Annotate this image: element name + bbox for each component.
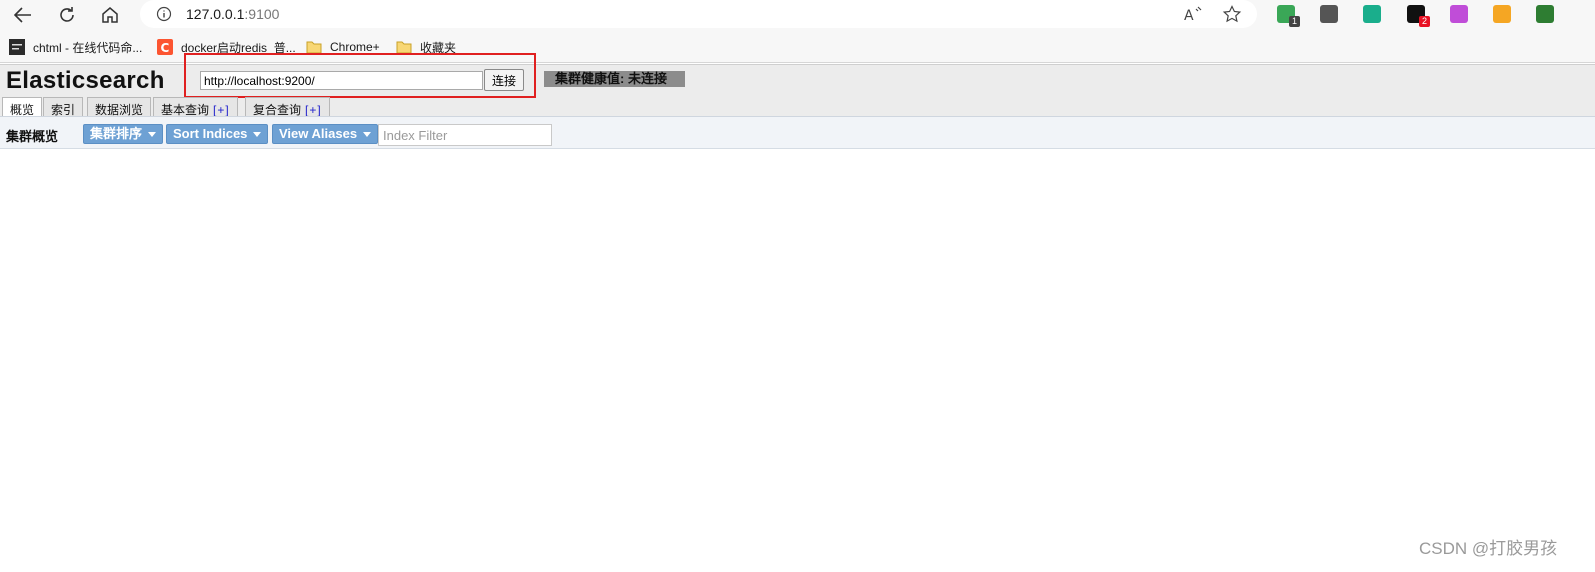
reload-icon xyxy=(60,7,74,22)
bookmark-label: Chrome+ xyxy=(330,40,380,54)
tab-browser[interactable]: 数据浏览 xyxy=(87,97,152,117)
cluster-health-status: 集群健康值: 未连接 xyxy=(544,71,685,87)
csdn-site-icon: C xyxy=(157,39,173,55)
shield-extension-icon[interactable]: 1 xyxy=(1277,5,1300,27)
code-extension-icon[interactable] xyxy=(1363,5,1381,23)
arrow-left-icon xyxy=(14,7,31,23)
view-aliases-dropdown[interactable]: View Aliases xyxy=(272,124,379,144)
url-text[interactable]: 127.0.0.1:9100 xyxy=(186,6,279,22)
svg-text:A: A xyxy=(1184,8,1194,23)
overview-title: 集群概览 xyxy=(6,129,59,144)
dropdown-label: Sort Indices xyxy=(173,126,248,141)
bookmark-chtml[interactable]: chtml - 在线代码命... xyxy=(9,38,142,56)
folder-icon xyxy=(306,41,322,54)
cluster-url-input[interactable] xyxy=(200,71,483,90)
add-tab-link[interactable]: [+] xyxy=(213,103,230,117)
dropdown-label: 集群排序 xyxy=(90,126,143,141)
connect-button[interactable]: 连接 xyxy=(484,69,524,91)
collections-icon[interactable] xyxy=(1320,5,1338,23)
svg-text:C: C xyxy=(161,41,170,55)
index-filter-input[interactable] xyxy=(378,124,552,146)
bookmark-folder-favorites[interactable]: 收藏夹 xyxy=(396,38,456,56)
address-bar[interactable]: 127.0.0.1:9100 A xyxy=(140,0,1257,28)
brain-extension-icon[interactable] xyxy=(1450,5,1468,23)
app-title: Elasticsearch xyxy=(6,67,165,94)
tab-label: 数据浏览 xyxy=(95,103,144,117)
bookmark-label: 收藏夹 xyxy=(420,40,457,55)
download-extension-icon[interactable] xyxy=(1536,5,1554,23)
tab-basic-query[interactable]: 基本查询 [+] xyxy=(153,97,238,117)
extension-badge: 1 xyxy=(1289,16,1300,27)
bookmark-folder-chrome[interactable]: Chrome+ xyxy=(306,38,380,56)
back-button[interactable] xyxy=(10,3,36,27)
tab-label: 基本查询 xyxy=(161,103,210,117)
tab-label: 索引 xyxy=(51,103,76,117)
caret-down-icon xyxy=(148,132,157,138)
extension-badge: 2 xyxy=(1419,16,1430,27)
info-icon[interactable] xyxy=(156,6,172,22)
watermark: CSDN @打胶男孩 xyxy=(1419,539,1558,558)
folder-icon xyxy=(396,41,412,54)
browser-extension-icon[interactable] xyxy=(1493,5,1511,23)
es-head-header: Elasticsearch 连接 集群健康值: 未连接 xyxy=(0,64,1595,116)
tab-indices[interactable]: 索引 xyxy=(43,97,84,117)
tab-label: 概览 xyxy=(10,103,35,117)
tab-compound-query[interactable]: 复合查询 [+] xyxy=(245,97,330,117)
bookmark-label: chtml - 在线代码命... xyxy=(33,40,143,55)
sort-cluster-dropdown[interactable]: 集群排序 xyxy=(83,124,164,144)
caret-down-icon xyxy=(363,132,372,138)
chtml-site-icon xyxy=(9,39,25,55)
dropdown-label: View Aliases xyxy=(279,126,358,141)
browser-toolbar: 127.0.0.1:9100 A 1 2 xyxy=(0,0,1595,30)
add-tab-link[interactable]: [+] xyxy=(305,103,322,117)
tab-overview[interactable]: 概览 xyxy=(2,97,43,117)
home-button[interactable] xyxy=(97,3,123,27)
sort-indices-dropdown[interactable]: Sort Indices xyxy=(166,124,269,144)
reload-button[interactable] xyxy=(54,3,80,27)
mask-extension-icon[interactable]: 2 xyxy=(1407,5,1430,27)
bookmarks-bar: chtml - 在线代码命... C docker启动redis_普... Ch… xyxy=(0,30,1595,63)
bookmark-docker-redis[interactable]: C docker启动redis_普... xyxy=(157,38,296,56)
tab-label: 复合查询 xyxy=(253,103,302,117)
favorite-star-icon[interactable] xyxy=(1222,5,1242,23)
bookmark-label: docker启动redis_普... xyxy=(181,40,296,55)
caret-down-icon xyxy=(253,132,262,138)
read-aloud-icon[interactable]: A xyxy=(1183,5,1203,23)
overview-toolbar: 集群概览 集群排序 Sort Indices View Aliases xyxy=(0,116,1595,149)
home-icon xyxy=(102,7,118,23)
